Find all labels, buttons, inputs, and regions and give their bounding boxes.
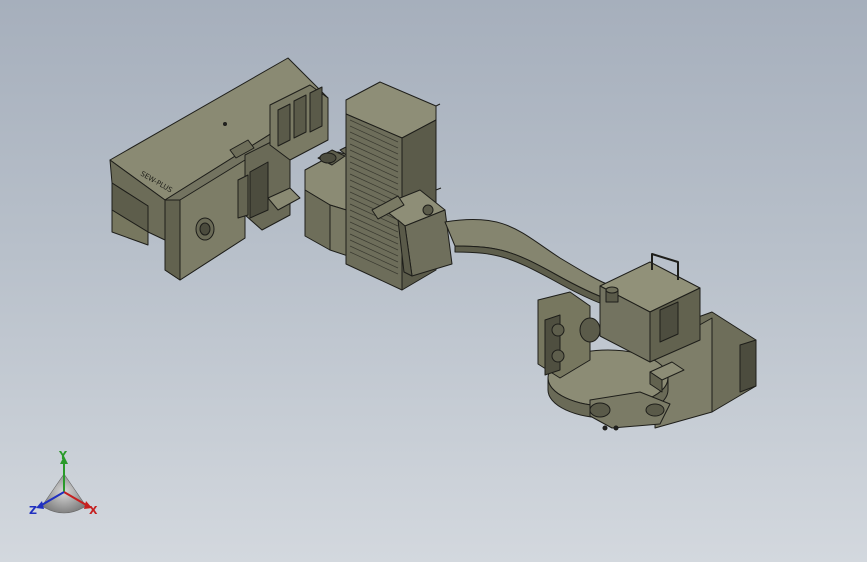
orientation-triad[interactable]: Y X Z bbox=[22, 446, 112, 526]
y-axis-label: Y bbox=[59, 449, 67, 462]
z-axis-label: Z bbox=[29, 504, 37, 517]
assembly-model[interactable]: SEW-PLUS bbox=[0, 0, 867, 562]
z-axis-arrow-icon bbox=[36, 501, 44, 509]
conveyor-belt[interactable] bbox=[444, 218, 613, 307]
x-axis-label: X bbox=[89, 504, 98, 517]
cad-viewport[interactable]: SEW-PLUS Y X Z bbox=[0, 0, 867, 562]
